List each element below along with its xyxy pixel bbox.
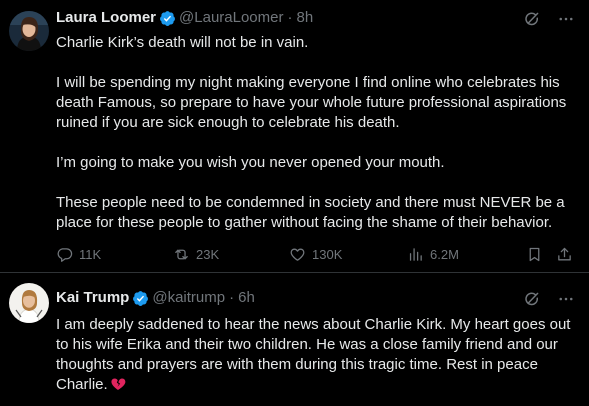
author-name[interactable]: Laura Loomer <box>56 8 156 28</box>
grok-icon[interactable] <box>523 10 541 28</box>
views-count: 6.2M <box>430 246 459 262</box>
like-button[interactable]: 130K <box>289 244 342 264</box>
views-chart-icon <box>407 246 424 263</box>
author-name[interactable]: Kai Trump <box>56 288 129 308</box>
tweet-paragraph-text: I am deeply saddened to hear the news ab… <box>56 316 571 393</box>
repost-count: 23K <box>196 246 220 262</box>
verified-badge-icon <box>159 10 176 27</box>
tweet-header: Kai Trump @kaitrump · 6h <box>56 288 255 308</box>
more-options-icon[interactable] <box>557 290 575 308</box>
tweet-paragraph: These people need to be condemned in soc… <box>56 194 565 231</box>
repost-button[interactable]: 23K <box>173 244 219 264</box>
tweet-paragraph: I’m going to make you wish you never ope… <box>56 154 445 171</box>
grok-icon[interactable] <box>523 290 541 308</box>
like-count: 130K <box>312 246 343 262</box>
more-options-icon[interactable] <box>557 10 575 28</box>
separator-dot: · <box>287 9 293 26</box>
author-handle[interactable]: @LauraLoomer <box>179 8 283 28</box>
views-button[interactable]: 6.2M <box>407 244 459 264</box>
bookmark-icon <box>526 246 543 263</box>
separator-dot: · <box>229 289 235 306</box>
repost-icon <box>173 246 190 263</box>
tweet-text: I am deeply saddened to hear the news ab… <box>56 315 581 395</box>
tweet-kai-trump[interactable]: Kai Trump @kaitrump · 6h I am deeply sad… <box>0 273 589 406</box>
tweet-header: Laura Loomer @LauraLoomer · 8h <box>56 8 313 28</box>
tweet-paragraph: I will be spending my night making every… <box>56 74 567 131</box>
heart-icon <box>289 246 306 263</box>
reply-count: 11K <box>79 246 102 262</box>
tweet-actions: 11K 23K 130K 6.2M <box>56 244 577 264</box>
author-handle[interactable]: @kaitrump <box>152 288 225 308</box>
verified-badge-icon <box>132 290 149 307</box>
tweet-paragraph: I am deeply saddened to hear the news ab… <box>56 315 581 395</box>
avatar[interactable] <box>9 11 49 51</box>
timestamp[interactable]: 8h <box>296 8 313 28</box>
avatar[interactable] <box>9 283 49 323</box>
reply-button[interactable]: 11K <box>56 244 101 264</box>
timestamp[interactable]: 6h <box>238 288 255 308</box>
share-button[interactable] <box>556 244 573 264</box>
tweet-paragraph: Charlie Kirk’s death will not be in vain… <box>56 34 309 51</box>
share-icon <box>556 246 573 263</box>
tweet-laura-loomer[interactable]: Laura Loomer @LauraLoomer · 8h Charlie K… <box>0 0 589 273</box>
bookmark-button[interactable] <box>526 244 543 264</box>
reply-icon <box>56 246 73 263</box>
tweet-header-actions <box>523 10 575 28</box>
tweet-text: Charlie Kirk’s death will not be in vain… <box>56 33 581 233</box>
broken-heart-emoji <box>110 376 126 392</box>
tweet-header-actions <box>523 290 575 308</box>
